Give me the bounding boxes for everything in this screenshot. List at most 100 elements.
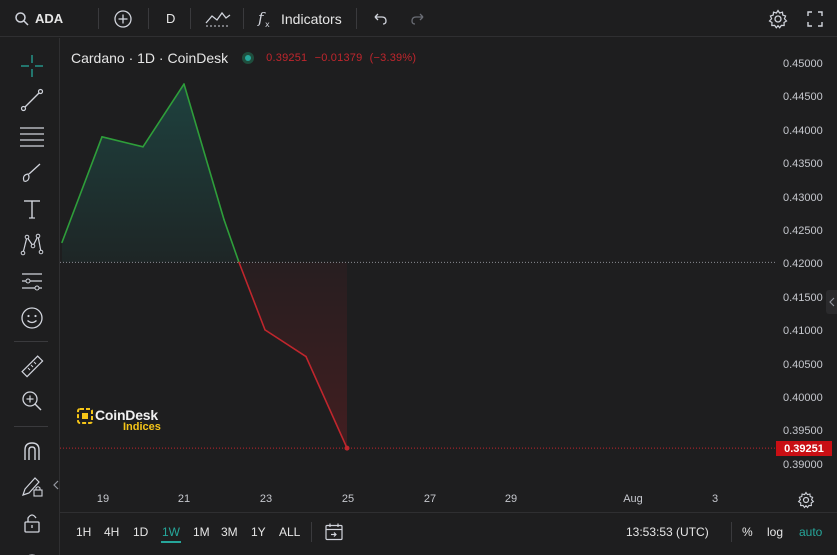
price-tick-label: 0.39500	[783, 425, 823, 438]
legend-title: Cardano · 1D · CoinDesk	[71, 50, 229, 66]
fib-tool[interactable]	[18, 122, 46, 150]
price-tick-label: 0.41500	[783, 291, 823, 304]
last-price-badge: 0.39251	[776, 441, 832, 456]
fullscreen-button[interactable]	[806, 0, 824, 37]
utc-clock[interactable]: 13:53:53 (UTC)	[626, 525, 709, 539]
svg-text:x: x	[265, 20, 270, 29]
eye-icon	[28, 554, 36, 555]
symbol-search[interactable]: ADA	[14, 0, 63, 37]
crosshair-icon	[21, 55, 43, 77]
range-button-1d[interactable]: 1D	[133, 525, 148, 539]
range-button-3m[interactable]: 3M	[221, 525, 238, 539]
legend-change: −0.01379	[314, 52, 363, 64]
zoom-in-icon	[22, 391, 42, 411]
undo-icon	[374, 13, 387, 25]
magnet-icon	[24, 442, 40, 460]
range-button-1y[interactable]: 1Y	[251, 525, 266, 539]
auto-scale-toggle[interactable]: auto	[799, 525, 822, 539]
horizontal-lines-icon	[20, 127, 44, 147]
range-button-1w[interactable]: 1W	[162, 525, 180, 539]
logo-subtext: Indices	[123, 421, 161, 433]
crosshair-tool[interactable]	[18, 52, 46, 80]
gear-icon	[768, 8, 788, 29]
symbol-label: ADA	[35, 11, 64, 26]
settings-button[interactable]	[768, 0, 788, 37]
indicators-button[interactable]: fx Indicators	[256, 0, 342, 37]
chevron-left-icon	[53, 480, 59, 490]
interval-button[interactable]: D	[166, 0, 175, 37]
time-tick-label: Aug	[623, 493, 643, 505]
log-scale-toggle[interactable]: log	[767, 525, 783, 539]
indicators-label: Indicators	[281, 10, 342, 27]
axis-collapse-tab[interactable]	[826, 290, 837, 314]
price-tick-label: 0.40000	[783, 392, 823, 404]
toolbar-divider	[98, 8, 99, 29]
coindesk-logo: CoinDesk Indices	[77, 406, 177, 436]
price-tick-label: 0.39000	[783, 458, 823, 471]
function-icon: fx	[257, 9, 270, 29]
time-axis[interactable]	[60, 488, 777, 512]
undo-button[interactable]	[372, 0, 388, 37]
collapse-toolbar-button[interactable]	[52, 478, 60, 496]
stay-drawing-tool[interactable]	[18, 472, 46, 500]
chart-legend[interactable]: Cardano · 1D · CoinDesk 0.39251 −0.01379…	[71, 48, 420, 68]
drawing-toolbar	[0, 38, 60, 555]
market-status-icon[interactable]	[242, 52, 255, 64]
time-tick-label: 23	[259, 493, 273, 505]
axis-settings-button[interactable]	[797, 491, 815, 514]
range-button-1m[interactable]: 1M	[193, 525, 210, 539]
time-tick-label: 27	[423, 493, 437, 505]
add-circle-icon	[114, 9, 132, 28]
brush-tool[interactable]	[18, 159, 46, 187]
toolbar-divider	[14, 341, 48, 342]
go-to-date-button[interactable]	[324, 522, 344, 547]
ruler-icon	[21, 355, 44, 378]
pattern-icon	[20, 233, 44, 256]
toolbar-divider	[14, 426, 48, 427]
measure-tool[interactable]	[18, 352, 46, 380]
redo-button[interactable]	[410, 0, 426, 37]
legend-change-pct: (−3.39%)	[369, 52, 417, 64]
redo-icon	[411, 13, 424, 25]
top-toolbar: ADA D fx Indicators	[0, 0, 837, 37]
toolbar-divider	[243, 8, 244, 29]
zoom-tool[interactable]	[18, 387, 46, 415]
toolbar-divider	[311, 522, 312, 542]
text-tool[interactable]	[18, 195, 46, 223]
range-button-1h[interactable]: 1H	[76, 525, 91, 539]
time-tick-label: 19	[96, 493, 110, 505]
brush-icon	[22, 163, 41, 182]
emoji-tool[interactable]	[18, 304, 46, 332]
pattern-tool[interactable]	[18, 230, 46, 258]
price-tick-label: 0.43000	[783, 191, 823, 204]
range-button-all[interactable]: ALL	[279, 525, 300, 539]
text-icon	[24, 200, 40, 219]
lock-tool[interactable]	[18, 509, 46, 537]
lock-icon	[24, 514, 40, 533]
percent-scale-toggle[interactable]: %	[742, 525, 753, 539]
price-tick-label: 0.44000	[783, 124, 823, 137]
toolbar-divider	[731, 522, 732, 542]
legend-last-price: 0.39251	[266, 52, 308, 64]
forecast-tool[interactable]	[18, 267, 46, 295]
time-tick-label: 29	[504, 493, 518, 505]
eye-tool[interactable]	[18, 542, 46, 555]
legend-values: 0.39251 −0.01379 (−3.39%)	[266, 52, 420, 64]
compare-button[interactable]	[113, 0, 133, 37]
magnet-tool[interactable]	[18, 437, 46, 465]
price-tick-label: 0.45000	[783, 58, 823, 70]
trend-line-tool[interactable]	[18, 86, 46, 114]
time-tick-label: 21	[177, 493, 191, 505]
toolbar-divider	[356, 8, 357, 29]
gear-icon	[797, 491, 815, 509]
price-tick-label: 0.44500	[783, 91, 823, 104]
pencil-lock-icon	[22, 477, 43, 497]
forecast-icon	[22, 273, 42, 291]
active-range-indicator	[161, 541, 181, 543]
price-tick-label: 0.40500	[783, 358, 823, 371]
smiley-icon	[21, 307, 43, 329]
area-fill-below-baseline	[239, 262, 347, 449]
chart-type-button[interactable]	[205, 0, 231, 37]
range-button-4h[interactable]: 4H	[104, 525, 119, 539]
toolbar-divider	[148, 8, 149, 29]
